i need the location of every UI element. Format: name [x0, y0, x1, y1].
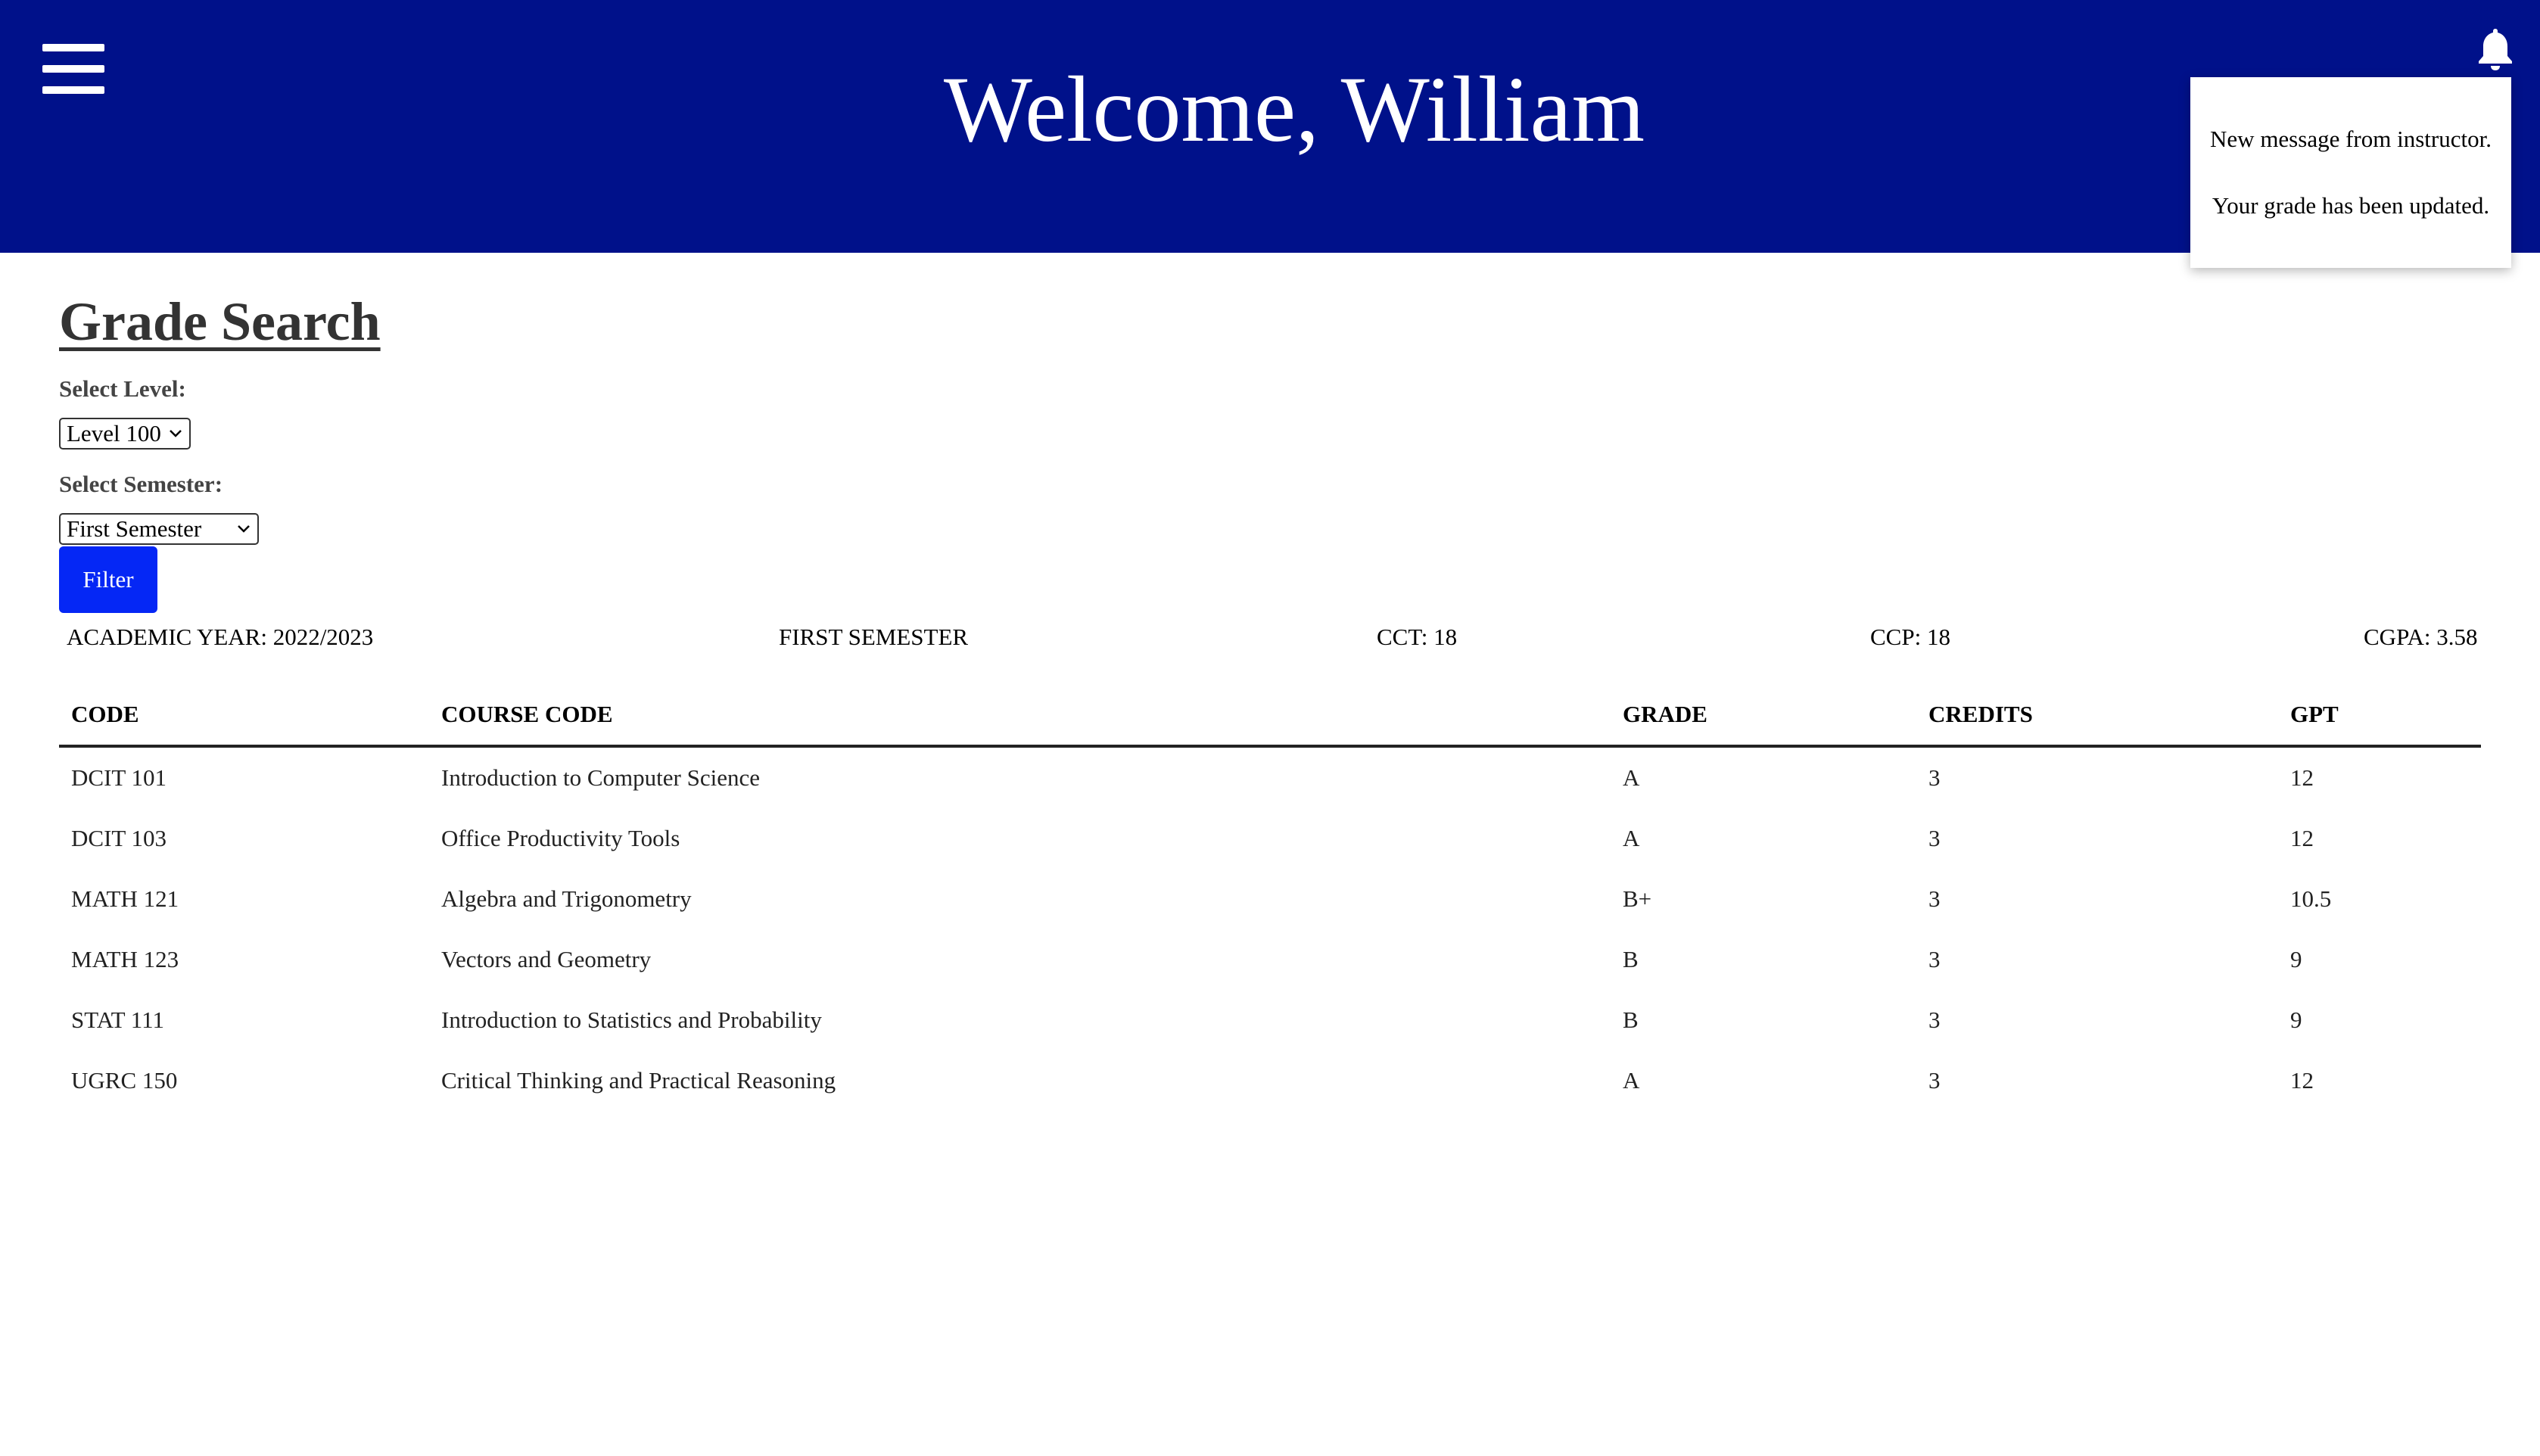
- cell-gpt: 10.5: [2290, 885, 2332, 912]
- grade-page: Welcome, William New message from instru…: [0, 0, 2540, 1456]
- cell-course: Vectors and Geometry: [441, 946, 652, 972]
- cell-grade: A: [1623, 764, 1640, 791]
- cell-grade: B: [1623, 946, 1639, 972]
- table-row: MATH 123 Vectors and Geometry B 3 9: [0, 944, 2540, 1005]
- cell-gpt: 12: [2290, 1067, 2314, 1094]
- table-row: DCIT 101 Introduction to Computer Scienc…: [0, 763, 2540, 823]
- cell-code: STAT 111: [71, 1006, 164, 1033]
- notification-item[interactable]: New message from instructor.: [2190, 124, 2511, 154]
- cell-code: MATH 121: [71, 885, 179, 912]
- cell-code: DCIT 101: [71, 764, 167, 791]
- cell-code: MATH 123: [71, 946, 179, 972]
- notification-dropdown: New message from instructor. Your grade …: [2190, 77, 2511, 268]
- semester-select-value: First Semester: [67, 515, 202, 542]
- cell-course: Critical Thinking and Practical Reasonin…: [441, 1067, 836, 1094]
- cell-course: Introduction to Statistics and Probabili…: [441, 1006, 822, 1033]
- cell-gpt: 9: [2290, 1006, 2302, 1033]
- cell-course: Office Productivity Tools: [441, 825, 680, 851]
- top-header: Welcome, William: [0, 0, 2540, 253]
- bell-icon[interactable]: [2476, 27, 2514, 71]
- cell-course: Algebra and Trigonometry: [441, 885, 692, 912]
- level-label: Select Level:: [59, 375, 186, 402]
- cell-grade: A: [1623, 825, 1640, 851]
- semester-select[interactable]: First Semester: [59, 513, 259, 545]
- level-select-value: Level 100: [67, 420, 161, 446]
- academic-year: ACADEMIC YEAR: 2022/2023: [67, 624, 374, 650]
- cell-credits: 3: [1928, 946, 1941, 972]
- cell-credits: 3: [1928, 1006, 1941, 1033]
- cell-gpt: 9: [2290, 946, 2302, 972]
- cct-value: CCT: 18: [1377, 624, 1458, 650]
- semester-label: Select Semester:: [59, 471, 223, 497]
- column-header-gpt: GPT: [2290, 701, 2339, 727]
- column-header-grade: GRADE: [1623, 701, 1707, 727]
- cell-credits: 3: [1928, 825, 1941, 851]
- cell-code: DCIT 103: [71, 825, 167, 851]
- table-row: MATH 121 Algebra and Trigonometry B+ 3 1…: [0, 884, 2540, 944]
- level-select[interactable]: Level 100: [59, 418, 191, 450]
- cell-code: UGRC 150: [71, 1067, 178, 1094]
- table-row: DCIT 103 Office Productivity Tools A 3 1…: [0, 823, 2540, 884]
- page-title: Grade Search: [59, 291, 381, 352]
- column-header-code: CODE: [71, 701, 139, 727]
- cgpa-value: CGPA: 3.58: [2364, 624, 2478, 650]
- chevron-down-icon: [238, 525, 250, 533]
- ccp-value: CCP: 18: [1870, 624, 1950, 650]
- cell-credits: 3: [1928, 885, 1941, 912]
- cell-grade: B: [1623, 1006, 1639, 1033]
- filter-button[interactable]: Filter: [59, 546, 157, 613]
- cell-grade: B+: [1623, 885, 1652, 912]
- welcome-heading: Welcome, William: [943, 58, 1645, 161]
- cell-credits: 3: [1928, 764, 1941, 791]
- column-header-course: COURSE CODE: [441, 701, 613, 727]
- cell-course: Introduction to Computer Science: [441, 764, 760, 791]
- semester-summary: FIRST SEMESTER: [779, 624, 969, 650]
- column-header-credits: CREDITS: [1928, 701, 2033, 727]
- table-header-divider: [59, 745, 2481, 748]
- cell-gpt: 12: [2290, 825, 2314, 851]
- notification-item[interactable]: Your grade has been updated.: [2190, 191, 2511, 221]
- table-row: STAT 111 Introduction to Statistics and …: [0, 1005, 2540, 1066]
- chevron-down-icon: [170, 430, 182, 437]
- cell-gpt: 12: [2290, 764, 2314, 791]
- table-row: UGRC 150 Critical Thinking and Practical…: [0, 1066, 2540, 1126]
- cell-credits: 3: [1928, 1067, 1941, 1094]
- cell-grade: A: [1623, 1067, 1640, 1094]
